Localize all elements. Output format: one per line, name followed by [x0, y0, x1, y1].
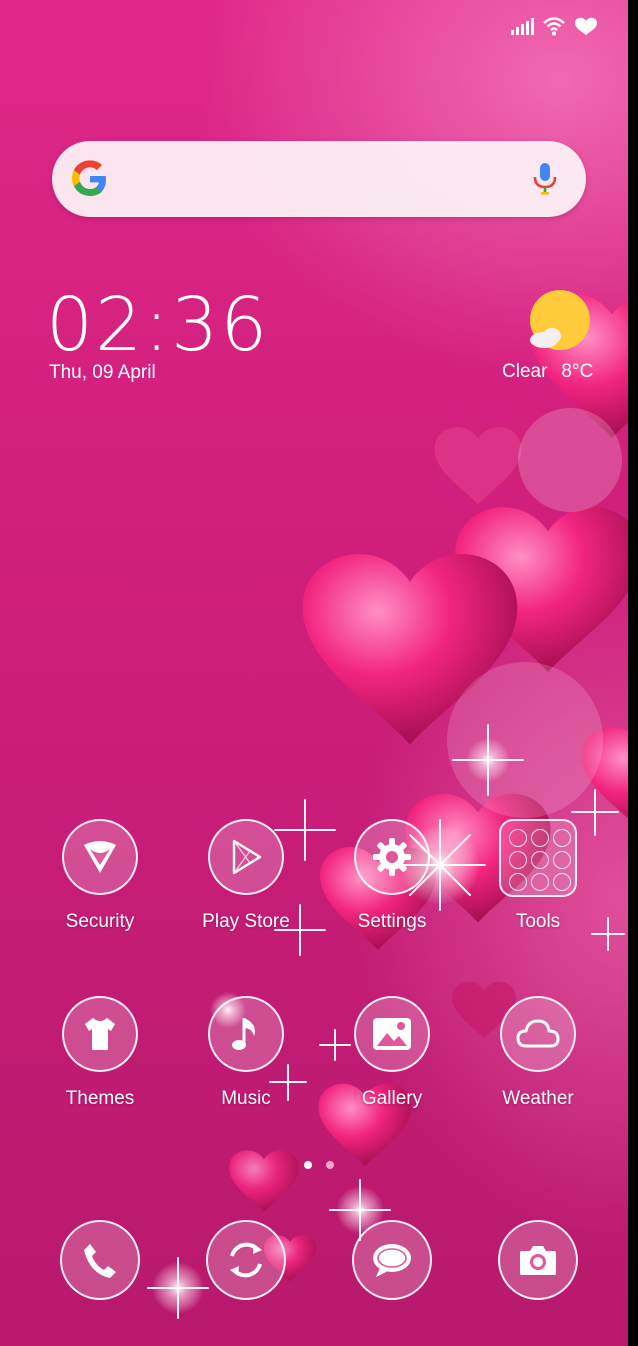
page-dot-active[interactable]	[304, 1161, 312, 1169]
image-icon	[373, 1018, 411, 1050]
app-settings[interactable]: Settings	[332, 819, 452, 933]
sun-cloud-icon[interactable]	[528, 290, 592, 354]
tools-folder-icon	[499, 819, 577, 897]
app-label: Gallery	[361, 1088, 423, 1109]
play-store-icon	[232, 839, 262, 875]
app-label: Settings	[357, 911, 427, 932]
clock-date: Thu, 09 April	[49, 362, 156, 383]
app-music[interactable]: Music	[186, 996, 306, 1110]
weather-temperature: 8°C	[561, 361, 594, 382]
status-bar	[510, 16, 598, 36]
app-label: Play Store	[202, 911, 290, 932]
dock-messages-button[interactable]	[352, 1220, 432, 1300]
app-label: Weather	[502, 1088, 574, 1109]
app-label: Music	[221, 1088, 271, 1109]
app-label: Tools	[515, 911, 561, 932]
signal-icon	[511, 18, 534, 35]
cloud-icon	[516, 1019, 560, 1048]
dock-camera-button[interactable]	[498, 1220, 578, 1300]
tshirt-icon	[85, 1018, 115, 1050]
app-gallery[interactable]: Gallery	[332, 996, 452, 1110]
clock-time[interactable]: 02:36	[46, 282, 269, 368]
app-security[interactable]: Security	[40, 819, 160, 933]
screen-edge	[628, 0, 638, 1346]
refresh-icon	[230, 1242, 262, 1278]
wifi-icon	[543, 17, 565, 36]
app-label: Security	[65, 911, 135, 932]
clock-hours: 02	[46, 282, 145, 368]
app-themes[interactable]: Themes	[40, 996, 160, 1110]
page-dot[interactable]	[326, 1161, 334, 1169]
dock-refresh-button[interactable]	[206, 1220, 286, 1300]
google-search-bar[interactable]	[52, 141, 586, 217]
heart-battery-icon	[575, 17, 597, 35]
app-weather[interactable]: Weather	[478, 996, 598, 1110]
music-note-icon	[232, 1018, 255, 1050]
app-play-store[interactable]: Play Store	[186, 819, 306, 933]
app-label: Themes	[65, 1088, 135, 1109]
google-logo-icon	[72, 160, 106, 196]
microphone-icon[interactable]	[532, 161, 558, 197]
dock-phone-button[interactable]	[60, 1220, 140, 1300]
phone-icon	[84, 1244, 116, 1278]
shield-icon	[84, 841, 116, 873]
weather-condition: Clear	[502, 361, 548, 382]
gear-icon	[373, 838, 411, 876]
page-indicator	[304, 1161, 334, 1169]
weather-info[interactable]: Clear 8°C	[502, 361, 593, 383]
message-icon	[373, 1244, 411, 1277]
app-tools-folder[interactable]: Tools	[478, 819, 598, 933]
home-screen: 02:36 Thu, 09 April Clear 8°C Security Pl…	[0, 0, 628, 1346]
camera-icon	[520, 1246, 556, 1275]
clock-minutes: 36	[171, 282, 270, 368]
